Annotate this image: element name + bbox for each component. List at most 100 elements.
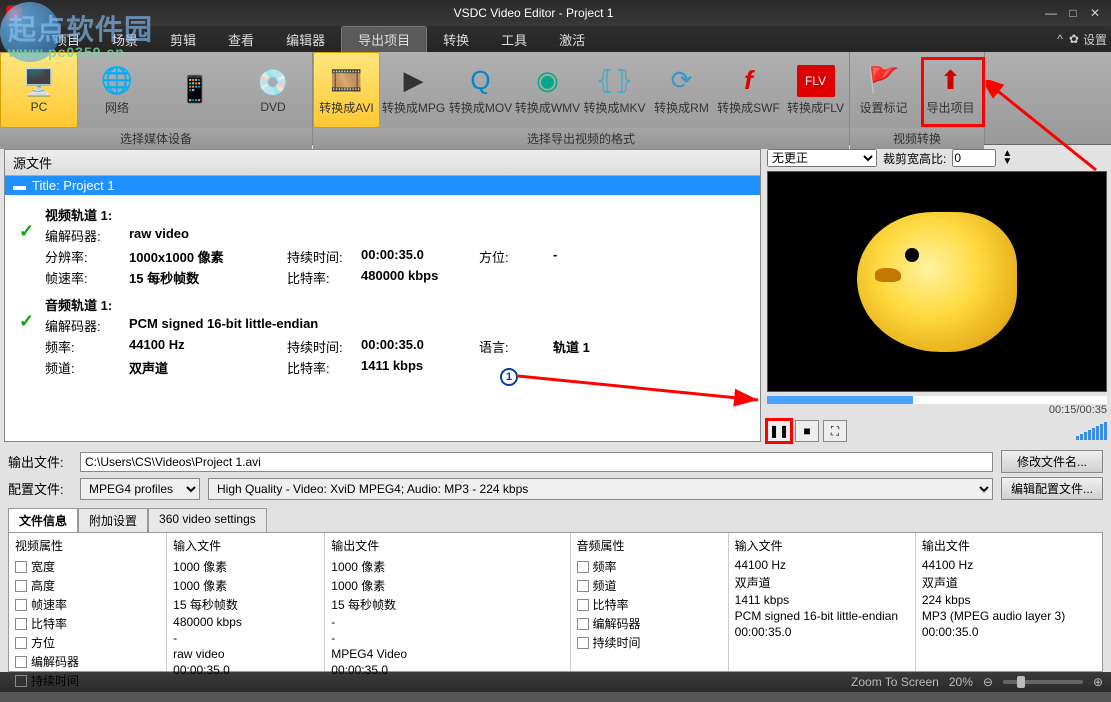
adur-label: 持续时间: xyxy=(287,337,353,356)
menu-activate[interactable]: 激活 xyxy=(543,27,601,52)
format-mov-button[interactable]: Q 转换成MOV xyxy=(447,52,514,128)
orient-label: 方位: xyxy=(479,247,545,266)
br-label: 比特率: xyxy=(287,268,353,287)
wmv-icon: ◉ xyxy=(529,65,567,97)
format-mkv-button[interactable]: ⦃⦄ 转换成MKV xyxy=(581,52,648,128)
export-project-button[interactable]: ⬆ 导出项目 xyxy=(917,52,984,128)
checkbox[interactable] xyxy=(15,618,27,630)
maximize-icon[interactable]: □ xyxy=(1063,6,1083,20)
prop-value: 1411 kbps xyxy=(735,593,909,607)
settings-button[interactable]: ✿ 设置 xyxy=(1069,31,1107,48)
res-label: 分辨率: xyxy=(45,247,121,266)
output-file-label: 输出文件: xyxy=(8,452,72,471)
device-dvd-button[interactable]: 💿 DVD xyxy=(234,52,312,128)
checkbox[interactable] xyxy=(577,618,589,630)
tab-additional[interactable]: 附加设置 xyxy=(78,508,148,532)
menu-export[interactable]: 导出项目 xyxy=(341,26,427,52)
output-path-input[interactable] xyxy=(80,452,993,472)
annotation-number-1: 1 xyxy=(500,368,518,386)
crop-input[interactable] xyxy=(952,149,996,167)
prop-value: 15 每秒帧数 xyxy=(331,596,563,613)
checkbox[interactable] xyxy=(577,599,589,611)
play-square-icon: ▶ xyxy=(395,65,433,97)
progress-bar[interactable] xyxy=(767,396,1107,404)
tabs: 文件信息 附加设置 360 video settings xyxy=(8,508,1103,532)
checkbox[interactable] xyxy=(15,561,27,573)
prop-label: 比特率 xyxy=(593,596,629,613)
checkbox[interactable] xyxy=(15,675,27,687)
acodec-label: 编解码器: xyxy=(45,316,121,335)
format-avi-button[interactable]: 🎞️ 转换成AVI xyxy=(313,52,380,128)
tab-360[interactable]: 360 video settings xyxy=(148,508,267,532)
format-wmv-button[interactable]: ◉ 转换成WMV xyxy=(514,52,581,128)
col-header: 视频属性 xyxy=(15,537,160,554)
device-pc-button[interactable]: 🖥️ PC xyxy=(0,52,78,128)
menu-convert[interactable]: 转换 xyxy=(427,27,485,52)
zoom-slider[interactable] xyxy=(1003,680,1083,684)
format-flv-button[interactable]: FLV 转换成FLV xyxy=(782,52,849,128)
volume-indicator[interactable] xyxy=(1076,422,1107,440)
abr-value: 1411 kbps xyxy=(361,358,471,377)
prop-value: raw video xyxy=(173,647,318,661)
menu-clip[interactable]: 剪辑 xyxy=(154,27,212,52)
fullscreen-button[interactable]: ⛶ xyxy=(823,420,847,442)
source-header: 源文件 xyxy=(5,150,760,176)
source-title: Title: Project 1 xyxy=(32,178,115,193)
prop-value: 480000 kbps xyxy=(173,615,318,629)
menu-scene[interactable]: 场景 xyxy=(96,27,154,52)
ch-value: 双声道 xyxy=(129,358,279,377)
ch-label: 频道: xyxy=(45,358,121,377)
aspect-select[interactable]: 无更正 xyxy=(767,149,877,167)
change-filename-button[interactable]: 修改文件名... xyxy=(1001,450,1103,473)
pc-icon: 🖥️ xyxy=(20,66,58,98)
checkbox[interactable] xyxy=(15,580,27,592)
edit-profile-button[interactable]: 编辑配置文件... xyxy=(1001,477,1103,500)
prop-value: - xyxy=(331,615,563,629)
prop-value: 双声道 xyxy=(735,574,909,591)
checkbox[interactable] xyxy=(577,637,589,649)
source-title-row[interactable]: ▬ Title: Project 1 xyxy=(5,176,760,195)
zoom-in-icon[interactable]: ⊕ xyxy=(1093,675,1103,689)
profile-select[interactable]: MPEG4 profiles xyxy=(80,478,200,500)
check-icon: ✓ xyxy=(19,221,34,242)
freq-label: 频率: xyxy=(45,337,121,356)
checkbox[interactable] xyxy=(15,599,27,611)
fps-value: 15 每秒帧数 xyxy=(129,268,279,287)
checkbox[interactable] xyxy=(15,656,27,668)
adur-value: 00:00:35.0 xyxy=(361,337,471,356)
device-phone-button[interactable]: 📱 xyxy=(156,52,234,128)
profile-desc-select[interactable]: High Quality - Video: XviD MPEG4; Audio:… xyxy=(208,478,993,500)
checkbox[interactable] xyxy=(577,580,589,592)
prop-value: 1000 像素 xyxy=(331,577,563,594)
info-table: 视频属性 宽度 高度 帧速率 比特率 方位 编解码器 持续时间 输入文件 100… xyxy=(8,532,1103,672)
device-web-button[interactable]: 🌐 网络 xyxy=(78,52,156,128)
format-rm-button[interactable]: ⟳ 转换成RM xyxy=(648,52,715,128)
minimize-icon[interactable]: — xyxy=(1041,6,1061,20)
close-icon[interactable]: ✕ xyxy=(1085,6,1105,20)
zoom-out-icon[interactable]: ⊖ xyxy=(983,675,993,689)
menu-tools[interactable]: 工具 xyxy=(485,27,543,52)
spinner-icon[interactable]: ▲▼ xyxy=(1002,150,1012,166)
stop-button[interactable]: ■ xyxy=(795,420,819,442)
export-project-label: 导出项目 xyxy=(926,99,974,116)
menu-view[interactable]: 查看 xyxy=(212,27,270,52)
tab-file-info[interactable]: 文件信息 xyxy=(8,508,78,532)
checkbox[interactable] xyxy=(577,561,589,573)
format-swf-button[interactable]: f 转换成SWF xyxy=(715,52,782,128)
profile-label: 配置文件: xyxy=(8,479,72,498)
set-marker-label: 设置标记 xyxy=(859,99,907,116)
prop-label: 方位 xyxy=(31,634,55,651)
chevron-up-icon[interactable]: ^ xyxy=(1057,32,1063,46)
col-audio-props: 音频属性 频率 频道 比特率 编解码器 持续时间 xyxy=(571,533,729,671)
collapse-icon[interactable]: ▬ xyxy=(13,178,26,193)
ribbon-group-device: 🖥️ PC 🌐 网络 📱 💿 DVD 选择媒体设备 xyxy=(0,52,313,144)
pause-button[interactable]: ❚❚ xyxy=(767,420,791,442)
lang-label: 语言: xyxy=(479,337,545,356)
video-track-title: 视频轨道 1: xyxy=(45,205,752,224)
col-header: 输入文件 xyxy=(173,537,318,554)
menu-editor[interactable]: 编辑器 xyxy=(270,27,341,52)
ribbon: 🖥️ PC 🌐 网络 📱 💿 DVD 选择媒体设备 🎞️ 转换成AVI xyxy=(0,52,1111,145)
set-marker-button[interactable]: 🚩 设置标记 xyxy=(850,52,917,128)
checkbox[interactable] xyxy=(15,637,27,649)
format-mpg-button[interactable]: ▶ 转换成MPG xyxy=(380,52,447,128)
